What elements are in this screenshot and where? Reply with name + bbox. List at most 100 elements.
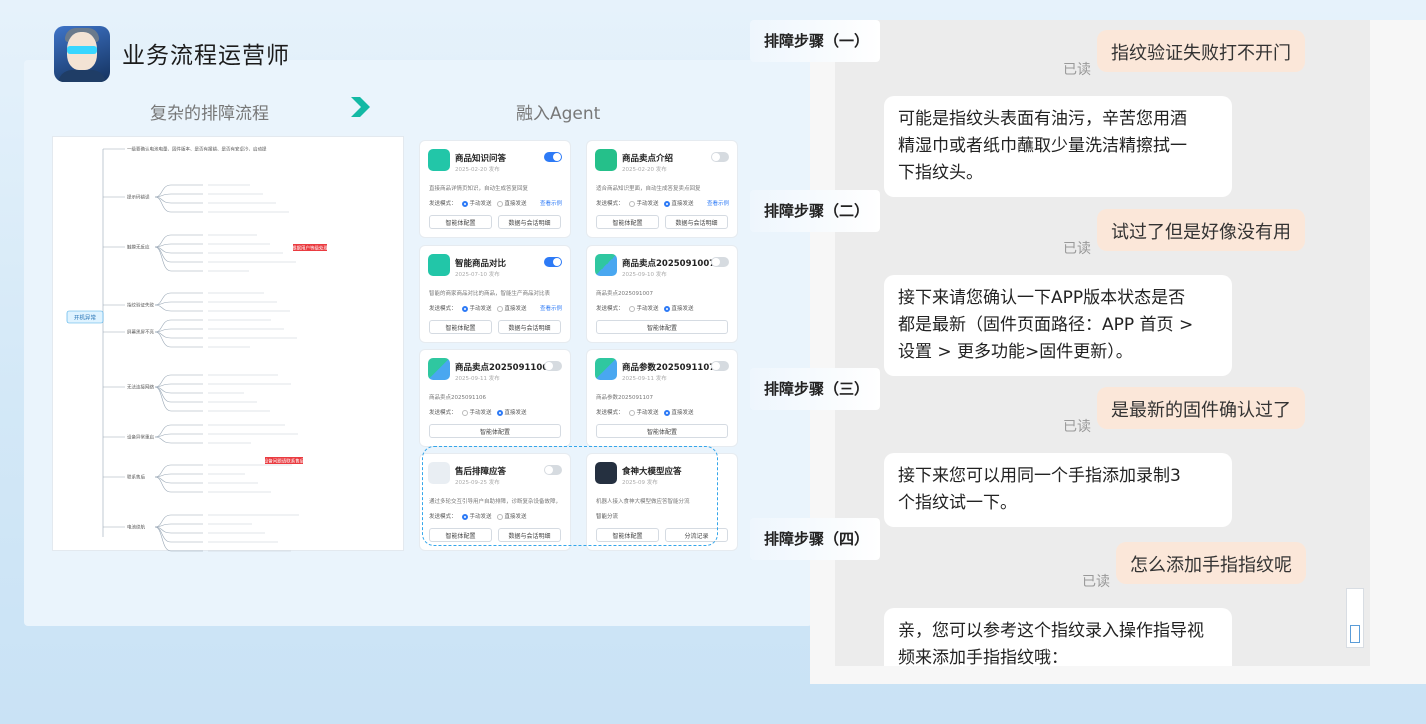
- agent-data-button[interactable]: 数据与会话明细: [665, 215, 728, 229]
- radio-manual[interactable]: [461, 305, 468, 312]
- agent-card-desc: 适合商品知识里面，自动生成答复卖点回复: [596, 186, 701, 192]
- agent-icon: [428, 254, 450, 276]
- agent-card[interactable]: 智能商品对比 2025-07-10 发布智能的商家商品对比的商品，智能生产商品对比…: [420, 246, 570, 342]
- agent-card[interactable]: 商品卖点介绍 2025-02-20 发布 适合商品知识里面，自动生成答复卖点回复 发送…: [587, 141, 737, 237]
- mindmap-branch-label: 指纹验证失败: [127, 302, 154, 309]
- radio-manual[interactable]: [628, 305, 635, 312]
- agent-card-desc: 直接商品详情页知识，自动生成答复回复: [429, 186, 529, 192]
- radio-manual-label: 手动发送: [636, 306, 659, 312]
- radio-direct-label: 直接发送: [671, 410, 694, 416]
- avatar: [54, 26, 110, 82]
- agent-card[interactable]: 商品卖点2025091106 2025-09-11 发布 商品卖点202509110…: [420, 350, 570, 446]
- bot-message-line: 接下来请您确认一下APP版本状态是否: [898, 288, 1186, 308]
- send-mode-label: 发送模式：: [429, 306, 457, 312]
- agent-card-title: 智能商品对比: [455, 259, 507, 269]
- agent-config-button[interactable]: 智能体配置: [429, 215, 492, 229]
- radio-manual-label: 手动发送: [636, 201, 659, 207]
- agent-config-button[interactable]: 智能体配置: [429, 320, 492, 334]
- agent-card-date: 2025-07-10 发布: [455, 272, 500, 278]
- bot-message-line: 接下来您可以用同一个手指添加录制3: [898, 466, 1181, 486]
- agent-card[interactable]: 商品知识问答 2025-02-20 发布 直接商品详情页知识，自动生成答复回复 发送模…: [420, 141, 570, 237]
- radio-manual-label: 手动发送: [469, 410, 492, 416]
- bot-message-4: 亲，您可以参考这个指纹录入操作指导视 频来添加手指指纹哦：: [884, 608, 1232, 666]
- radio-direct[interactable]: [663, 200, 670, 207]
- arrow-right-icon: [351, 97, 370, 117]
- radio-manual[interactable]: [461, 200, 468, 207]
- radio-direct[interactable]: [496, 200, 503, 207]
- read-receipt: 已读: [1063, 241, 1091, 257]
- radio-direct-label: 直接发送: [671, 306, 694, 312]
- send-mode-row: 发送模式： 手动发送 直接发送: [596, 408, 694, 416]
- page-title: 业务流程运营师: [122, 43, 290, 69]
- agent-card-desc: 商品卖点2025091106: [429, 395, 486, 401]
- agent-card-desc: 商品参数2025091107: [596, 395, 653, 401]
- send-mode-label: 发送模式：: [429, 201, 457, 207]
- radio-manual[interactable]: [461, 409, 468, 416]
- bot-message-line: 精湿巾或者纸巾蘸取少量洗洁精擦拭一: [898, 136, 1187, 156]
- step-label-4: 排障步骤（四）: [750, 518, 880, 560]
- agent-config-button[interactable]: 智能体配置: [429, 424, 561, 438]
- agent-data-button[interactable]: 数据与会话明细: [498, 215, 561, 229]
- bot-message-line: 可能是指纹头表面有油污，辛苦您用酒: [898, 109, 1187, 129]
- send-mode-row: 发送模式： 手动发送 直接发送: [429, 304, 527, 312]
- bot-message-line: 都是最新（固件页面路径：APP 首页 >: [898, 315, 1194, 335]
- agent-card-desc: 智能的商家商品对比的商品，智能生产商品对比表: [429, 291, 551, 297]
- mindmap-svg: 一级要确认电池电量、固件版本、是否有报错、是否有安卓冷、启动提提示码错误触摸无反…: [66, 146, 328, 552]
- troubleshoot-mindmap: 一级要确认电池电量、固件版本、是否有报错、是否有安卓冷、启动提 提示码错误 触摸无反…: [52, 136, 404, 552]
- mindmap-branch-label: 无法连接网络: [127, 384, 154, 391]
- send-mode-label: 发送模式：: [596, 410, 624, 416]
- bot-message-line: 个指纹试一下。: [898, 493, 1017, 513]
- mindmap-branch-label: 提示码错误: [127, 194, 150, 201]
- bot-message-line: 下指纹头。: [898, 163, 983, 183]
- agent-enable-toggle[interactable]: [544, 257, 562, 267]
- radio-direct-label: 直接发送: [504, 201, 527, 207]
- view-example-link[interactable]: 查看示例: [707, 199, 729, 207]
- radio-direct[interactable]: [663, 409, 670, 416]
- radio-manual[interactable]: [628, 409, 635, 416]
- view-example-link[interactable]: 查看示例: [540, 304, 562, 312]
- agent-card-date: 2025-02-20 发布: [622, 167, 667, 173]
- agent-data-button[interactable]: 数据与会话明细: [498, 320, 561, 334]
- mindmap-branch-label: 电池续航: [127, 524, 145, 531]
- bot-message-line: 设置 > 更多功能>固件更新）。: [898, 342, 1133, 362]
- agent-config-button[interactable]: 智能体配置: [596, 424, 728, 438]
- send-mode-label: 发送模式：: [596, 306, 624, 312]
- agent-enable-toggle[interactable]: [544, 361, 562, 371]
- agent-enable-toggle[interactable]: [544, 152, 562, 162]
- bot-message-line: 频来添加手指指纹哦：: [898, 648, 1068, 666]
- agent-icon: [595, 358, 617, 380]
- send-mode-row: 发送模式： 手动发送 直接发送: [429, 408, 527, 416]
- agent-card[interactable]: 商品卖点2025091007 2025-09-10 发布 商品卖点202509100…: [587, 246, 737, 342]
- agent-config-button[interactable]: 智能体配置: [596, 320, 728, 334]
- user-message-2: 试过了但是好像没有用: [1097, 209, 1305, 251]
- agent-card-title: 商品卖点介绍: [622, 154, 674, 164]
- radio-direct[interactable]: [496, 305, 503, 312]
- step-label-3: 排障步骤（三）: [750, 368, 880, 410]
- read-receipt: 已读: [1063, 419, 1091, 435]
- mindmap-highlight-1-label: 根据用户等级处理: [292, 244, 328, 251]
- radio-manual[interactable]: [628, 200, 635, 207]
- mindmap-highlight-2-label: 设备问题请联系售后: [264, 457, 305, 464]
- step-label-1: 排障步骤（一）: [750, 20, 880, 62]
- chat-scrollbar[interactable]: [1346, 588, 1364, 648]
- mindmap-branch-label: 屏幕黑屏不亮: [127, 329, 154, 336]
- radio-manual-label: 手动发送: [636, 410, 659, 416]
- user-message-1: 指纹验证失败打不开门: [1097, 30, 1305, 72]
- radio-direct[interactable]: [663, 305, 670, 312]
- view-example-link[interactable]: 查看示例: [540, 199, 562, 207]
- selected-agents-outline: [422, 446, 718, 546]
- mindmap-root-label: 开机异常: [74, 314, 97, 322]
- agent-icon: [428, 149, 450, 171]
- agent-enable-toggle[interactable]: [711, 257, 729, 267]
- mindmap-branch-label: 触摸无反应: [127, 244, 150, 251]
- send-mode-row: 发送模式： 手动发送 直接发送: [596, 304, 694, 312]
- bot-message-2: 接下来请您确认一下APP版本状态是否 都是最新（固件页面路径：APP 首页 > …: [884, 275, 1232, 376]
- bot-message-1: 可能是指纹头表面有油污，辛苦您用酒 精湿巾或者纸巾蘸取少量洗洁精擦拭一 下指纹头…: [884, 96, 1232, 197]
- agent-enable-toggle[interactable]: [711, 361, 729, 371]
- agent-card[interactable]: 商品参数2025091107 2025-09-11 发布 商品参数202509110…: [587, 350, 737, 446]
- agent-card-desc: 商品卖点2025091007: [596, 291, 653, 297]
- agent-enable-toggle[interactable]: [711, 152, 729, 162]
- radio-direct[interactable]: [496, 409, 503, 416]
- agent-card-date: 2025-09-11 发布: [455, 376, 500, 382]
- agent-config-button[interactable]: 智能体配置: [596, 215, 659, 229]
